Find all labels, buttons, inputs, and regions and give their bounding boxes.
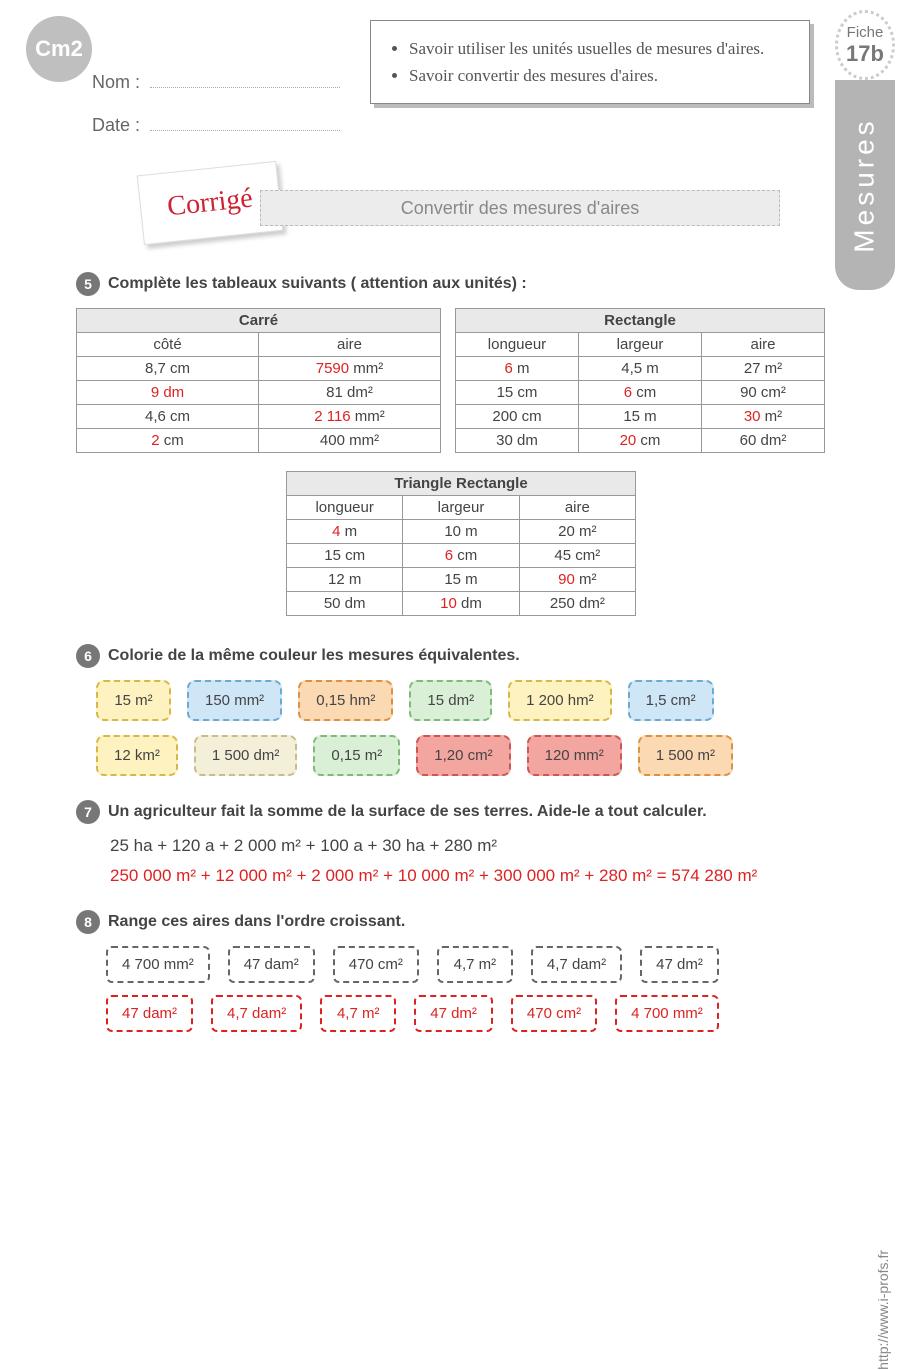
carre-table: Carré côtéaire 8,7 cm7590 mm² 9 dm81 dm²… <box>76 308 441 453</box>
grade-text: Cm2 <box>35 36 83 62</box>
rectangle-table: Rectangle longueurlargeuraire 6 m4,5 m27… <box>455 308 825 453</box>
side-tab-text: Mesures <box>849 117 881 252</box>
name-date-block: Nom : Date : <box>92 72 340 158</box>
area-box: 4,7 m² <box>320 995 396 1032</box>
area-box: 47 dm² <box>414 995 493 1032</box>
ex7-text: Un agriculteur fait la somme de la surfa… <box>108 803 707 821</box>
chip: 0,15 m² <box>313 735 400 776</box>
chip: 0,15 hm² <box>298 680 393 721</box>
chip: 120 mm² <box>527 735 622 776</box>
grade-badge: Cm2 <box>26 16 92 82</box>
ex7-number: 7 <box>76 800 100 824</box>
chip: 1 500 dm² <box>194 735 298 776</box>
area-box: 4,7 dam² <box>211 995 302 1032</box>
chip: 1 500 m² <box>638 735 733 776</box>
page-title: Convertir des mesures d'aires <box>260 190 780 226</box>
chip: 15 m² <box>96 680 171 721</box>
chip: 150 mm² <box>187 680 282 721</box>
ex6-text: Colorie de la même couleur les mesures é… <box>108 647 520 665</box>
ex8-head: 8 Range ces aires dans l'ordre croissant… <box>76 910 846 934</box>
ex7-head: 7 Un agriculteur fait la somme de la sur… <box>76 800 846 824</box>
chip: 12 km² <box>96 735 178 776</box>
ex8-answer: 47 dam² 4,7 dam² 4,7 m² 47 dm² 470 cm² 4 700 … <box>106 995 846 1032</box>
ex6-row1: 15 m² 150 mm² 0,15 hm² 15 dm² 1 200 hm² 1,5 c… <box>96 680 846 721</box>
date-field[interactable] <box>150 117 340 131</box>
side-tab: Mesures <box>835 80 895 290</box>
name-field[interactable] <box>150 74 340 88</box>
area-box: 470 cm² <box>333 946 419 983</box>
area-box: 47 dm² <box>640 946 719 983</box>
chip: 1,20 cm² <box>416 735 510 776</box>
date-label: Date : <box>92 115 140 135</box>
ex6-number: 6 <box>76 644 100 668</box>
chip: 1 200 hm² <box>508 680 612 721</box>
area-box: 4 700 mm² <box>106 946 210 983</box>
ex8-given: 4 700 mm² 47 dam² 470 cm² 4,7 m² 4,7 dam² 47 … <box>106 946 846 983</box>
objective-2: Savoir convertir des mesures d'aires. <box>409 62 789 89</box>
area-box: 4,7 dam² <box>531 946 622 983</box>
area-box: 47 dam² <box>228 946 315 983</box>
area-box: 470 cm² <box>511 995 597 1032</box>
area-box: 4 700 mm² <box>615 995 719 1032</box>
corrige-text: Corrigé <box>166 183 254 224</box>
area-box: 4,7 m² <box>437 946 513 983</box>
ex6-head: 6 Colorie de la même couleur les mesures… <box>76 644 846 668</box>
fiche-label: Fiche <box>847 24 884 41</box>
ex8-number: 8 <box>76 910 100 934</box>
ex7-line1: 25 ha + 120 a + 2 000 m² + 100 a + 30 ha… <box>110 836 846 856</box>
triangle-table: Triangle Rectangle longueurlargeuraire 4… <box>286 471 636 616</box>
name-label: Nom : <box>92 72 140 92</box>
site-url: http://www.i-profs.fr <box>875 1250 891 1370</box>
objectives-box: Savoir utiliser les unités usuelles de m… <box>370 20 810 104</box>
objective-1: Savoir utiliser les unités usuelles de m… <box>409 35 789 62</box>
fiche-badge: Fiche 17b <box>835 10 895 80</box>
ex6-row2: 12 km² 1 500 dm² 0,15 m² 1,20 cm² 120 mm² 1 5… <box>96 735 846 776</box>
ex5-number: 5 <box>76 272 100 296</box>
ex8-text: Range ces aires dans l'ordre croissant. <box>108 913 405 931</box>
area-box: 47 dam² <box>106 995 193 1032</box>
fiche-number: 17b <box>846 41 884 67</box>
fiche-circle: Fiche 17b <box>835 10 895 80</box>
ex5-head: 5 Complète les tableaux suivants ( atten… <box>76 272 846 296</box>
ex5-text: Complète les tableaux suivants ( attenti… <box>108 275 527 293</box>
ex7-answer: 250 000 m² + 12 000 m² + 2 000 m² + 10 0… <box>110 866 846 886</box>
chip: 15 dm² <box>409 680 492 721</box>
chip: 1,5 cm² <box>628 680 714 721</box>
